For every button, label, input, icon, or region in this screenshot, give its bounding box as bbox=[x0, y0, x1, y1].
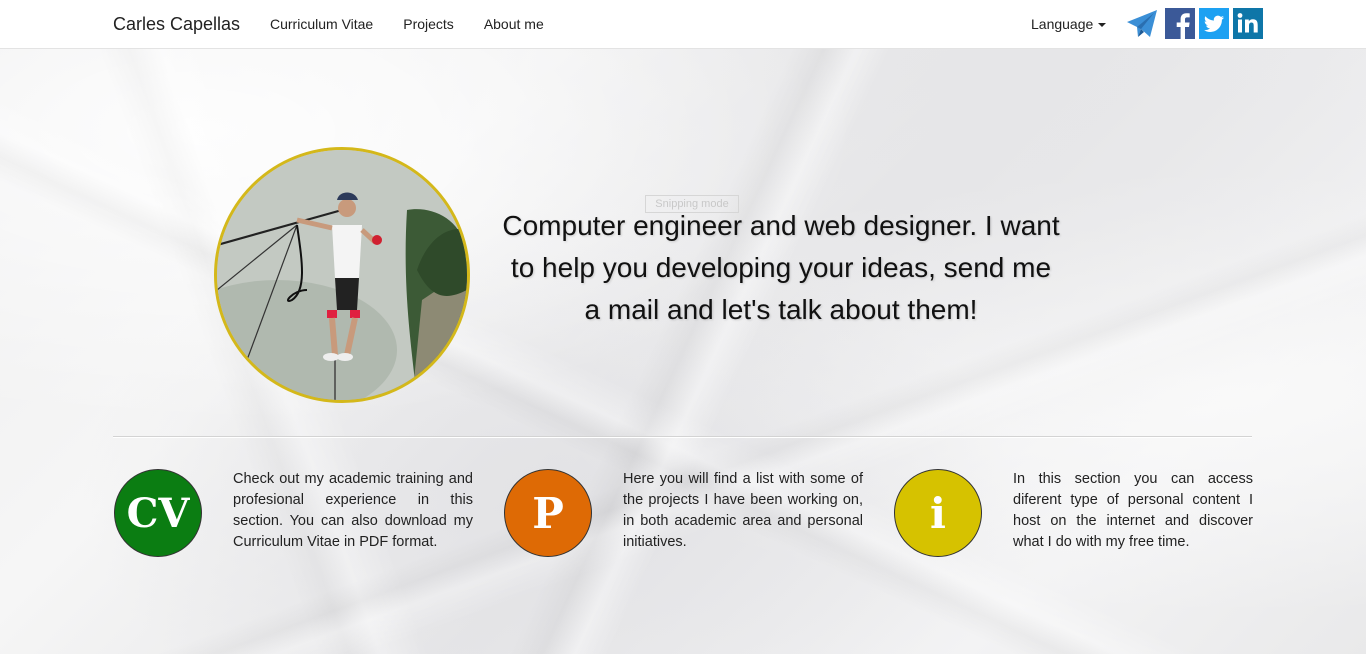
cv-icon-text: CV bbox=[126, 489, 190, 537]
hero-text: Computer engineer and web designer. I wa… bbox=[502, 210, 1060, 325]
projects-section-button[interactable]: P bbox=[504, 469, 592, 557]
info-icon-text: i bbox=[930, 488, 946, 538]
brand-link[interactable]: Carles Capellas bbox=[113, 14, 240, 35]
language-dropdown[interactable]: Language bbox=[1031, 16, 1107, 32]
nav-link-projects[interactable]: Projects bbox=[403, 16, 454, 32]
divider bbox=[113, 436, 1252, 438]
about-section-button[interactable]: i bbox=[894, 469, 982, 557]
cv-description: Check out my academic training and profe… bbox=[233, 471, 473, 550]
nav-link-curriculum-vitae[interactable]: Curriculum Vitae bbox=[270, 16, 373, 32]
navbar: Carles Capellas Curriculum Vitae Project… bbox=[0, 0, 1366, 49]
telegram-icon[interactable] bbox=[1126, 8, 1158, 39]
linkedin-icon[interactable] bbox=[1233, 8, 1263, 39]
language-label: Language bbox=[1031, 16, 1094, 32]
nav-link-about-me[interactable]: About me bbox=[484, 16, 544, 32]
about-description: In this section you can access diferent … bbox=[1013, 471, 1253, 550]
snipping-mode-overlay: Snipping mode bbox=[645, 195, 739, 213]
profile-photo-illustration bbox=[217, 150, 467, 400]
projects-description: Here you will find a list with some of t… bbox=[623, 471, 863, 550]
cv-section-button[interactable]: CV bbox=[114, 469, 202, 557]
facebook-icon[interactable] bbox=[1165, 8, 1195, 39]
projects-icon-text: P bbox=[532, 488, 564, 538]
profile-photo bbox=[214, 147, 470, 403]
paper-background bbox=[0, 49, 1366, 654]
caret-down-icon bbox=[1098, 23, 1107, 28]
nav-links: Curriculum Vitae Projects About me bbox=[270, 16, 574, 32]
twitter-icon[interactable] bbox=[1199, 8, 1229, 39]
